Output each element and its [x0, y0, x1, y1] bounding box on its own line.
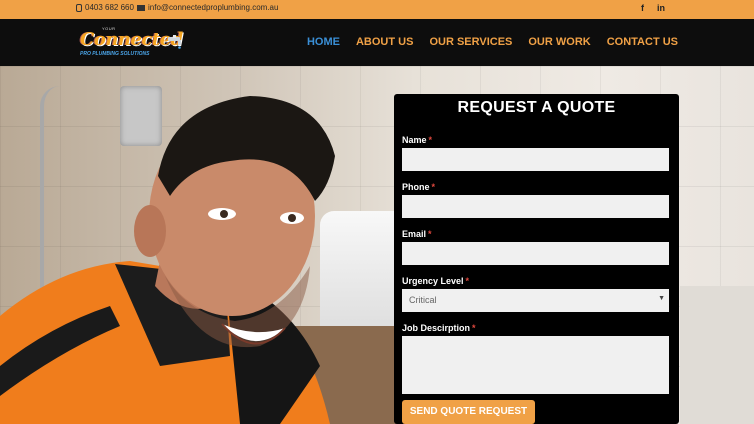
required-marker: * [431, 182, 436, 192]
tap-icon [168, 35, 181, 49]
plumber-photo [0, 96, 335, 424]
phone-field[interactable] [402, 195, 669, 218]
email-address[interactable]: info@connectedproplumbing.com.au [148, 3, 278, 12]
wall-image [680, 286, 754, 424]
name-label-text: Name [402, 135, 427, 145]
urgency-select[interactable]: Critical ▼ [402, 289, 669, 312]
nav-home[interactable]: HOME [307, 36, 340, 48]
nav-contact-us[interactable]: CONTACT US [607, 36, 678, 48]
linkedin-icon[interactable]: in [657, 3, 665, 13]
required-marker: * [428, 229, 432, 239]
description-textarea[interactable] [402, 336, 669, 394]
urgency-selected-value: Critical [409, 295, 437, 305]
mail-icon [137, 4, 145, 11]
phone-number[interactable]: 0403 682 660 [85, 3, 134, 12]
quote-form-title: REQUEST A QUOTE [457, 99, 616, 116]
chevron-down-icon: ▼ [658, 295, 665, 302]
nav-about-us[interactable]: ABOUT US [356, 36, 413, 48]
nav-our-services[interactable]: OUR SERVICES [429, 36, 512, 48]
facebook-icon[interactable]: f [641, 3, 644, 13]
name-label: Name * [402, 135, 432, 145]
phone-label: Phone * [402, 182, 435, 192]
name-field[interactable] [402, 148, 669, 171]
required-marker: * [472, 323, 476, 333]
quote-form: REQUEST A QUOTE Name * Phone * Email * Urge… [394, 94, 679, 424]
nav-our-work[interactable]: OUR WORK [528, 36, 590, 48]
urgency-label-text: Urgency Level [402, 276, 464, 286]
email-label-text: Email [402, 229, 427, 239]
phone-label-text: Phone [402, 182, 430, 192]
main-nav: HOME ABOUT US OUR SERVICES OUR WORK CONT… [307, 36, 678, 48]
urgency-label: Urgency Level * [402, 276, 469, 286]
description-label-text: Job Descirption [402, 323, 471, 333]
required-marker: * [428, 135, 433, 145]
phone-contact[interactable]: 0403 682 660 [76, 3, 134, 12]
site-header: YOUR Connected PRO PLUMBING SOLUTIONS HO… [0, 19, 754, 66]
required-marker: * [465, 276, 470, 286]
send-quote-request-button[interactable]: SEND QUOTE REQUEST [402, 400, 535, 424]
phone-icon [76, 3, 82, 12]
site-logo[interactable]: YOUR Connected PRO PLUMBING SOLUTIONS [78, 25, 188, 61]
description-label: Job Descirption * [402, 323, 476, 333]
top-contact-bar: 0403 682 660 info@connectedproplumbing.c… [0, 0, 754, 19]
email-label: Email * [402, 229, 432, 239]
email-contact[interactable]: info@connectedproplumbing.com.au [137, 3, 278, 12]
logo-tagline: PRO PLUMBING SOLUTIONS [80, 51, 150, 57]
email-field[interactable] [402, 242, 669, 265]
